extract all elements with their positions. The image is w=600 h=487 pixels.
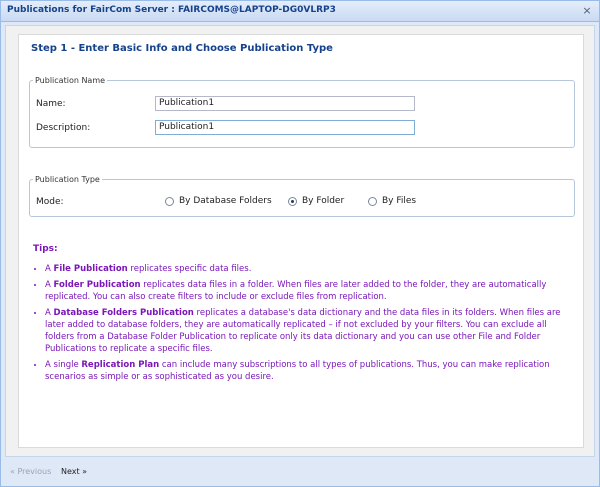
previous-button[interactable]: « Previous xyxy=(10,467,51,476)
publication-name-legend: Publication Name xyxy=(35,76,106,85)
tips-heading: Tips: xyxy=(33,244,58,254)
description-input[interactable]: Publication1 xyxy=(155,120,415,135)
tip-term: Replication Plan xyxy=(81,360,160,370)
radio-by-folder-indicator[interactable] xyxy=(288,196,297,206)
tip-replication-plan: A single Replication Plan can include ma… xyxy=(45,359,563,383)
tip-prefix: A single xyxy=(45,360,82,370)
tip-term: Database Folders Publication xyxy=(53,308,194,318)
radio-by-database-folders[interactable]: By Database Folders xyxy=(165,196,272,206)
window-title: Publications for FairCom Server : FAIRCO… xyxy=(7,5,336,15)
tip-prefix: A xyxy=(45,308,54,318)
description-label: Description: xyxy=(36,123,91,133)
step-panel: Step 1 - Enter Basic Info and Choose Pub… xyxy=(18,34,584,448)
radio-by-folder[interactable]: By Folder xyxy=(288,196,344,206)
tips-list: A File Publication replicates specific d… xyxy=(33,263,563,383)
mode-label: Mode: xyxy=(36,197,64,207)
tip-prefix: A xyxy=(45,264,54,274)
tips-section: Tips: A File Publication replicates spec… xyxy=(33,243,563,387)
publication-type-legend: Publication Type xyxy=(35,175,100,184)
publication-type-group: Publication Type Mode: By Database Folde… xyxy=(29,175,575,217)
tip-file-publication: A File Publication replicates specific d… xyxy=(45,263,563,275)
radio-by-database-folders-indicator[interactable] xyxy=(165,196,174,206)
tip-prefix: A xyxy=(45,280,54,290)
close-icon[interactable]: × xyxy=(580,4,594,18)
tip-folder-publication: A Folder Publication replicates data fil… xyxy=(45,279,563,303)
radio-by-database-folders-label: By Database Folders xyxy=(179,196,272,206)
window-body: Step 1 - Enter Basic Info and Choose Pub… xyxy=(5,25,595,457)
radio-by-files[interactable]: By Files xyxy=(368,196,416,206)
tip-term: Folder Publication xyxy=(53,280,141,290)
title-bar: Publications for FairCom Server : FAIRCO… xyxy=(1,1,599,22)
radio-by-files-indicator[interactable] xyxy=(368,196,377,206)
radio-by-folder-label: By Folder xyxy=(302,196,345,206)
name-input[interactable]: Publication1 xyxy=(155,96,415,111)
tip-database-folders-publication: A Database Folders Publication replicate… xyxy=(45,307,563,355)
tip-text: replicates specific data files. xyxy=(127,264,252,274)
name-label: Name: xyxy=(36,99,66,109)
tip-term: File Publication xyxy=(53,264,128,274)
radio-by-files-label: By Files xyxy=(382,196,417,206)
next-button[interactable]: Next » xyxy=(61,467,87,476)
publications-window: Publications for FairCom Server : FAIRCO… xyxy=(0,0,600,487)
wizard-footer: « Previous Next » xyxy=(1,458,599,486)
step-title: Step 1 - Enter Basic Info and Choose Pub… xyxy=(31,43,333,54)
publication-name-group: Publication Name Name: Publication1 Desc… xyxy=(29,76,575,148)
